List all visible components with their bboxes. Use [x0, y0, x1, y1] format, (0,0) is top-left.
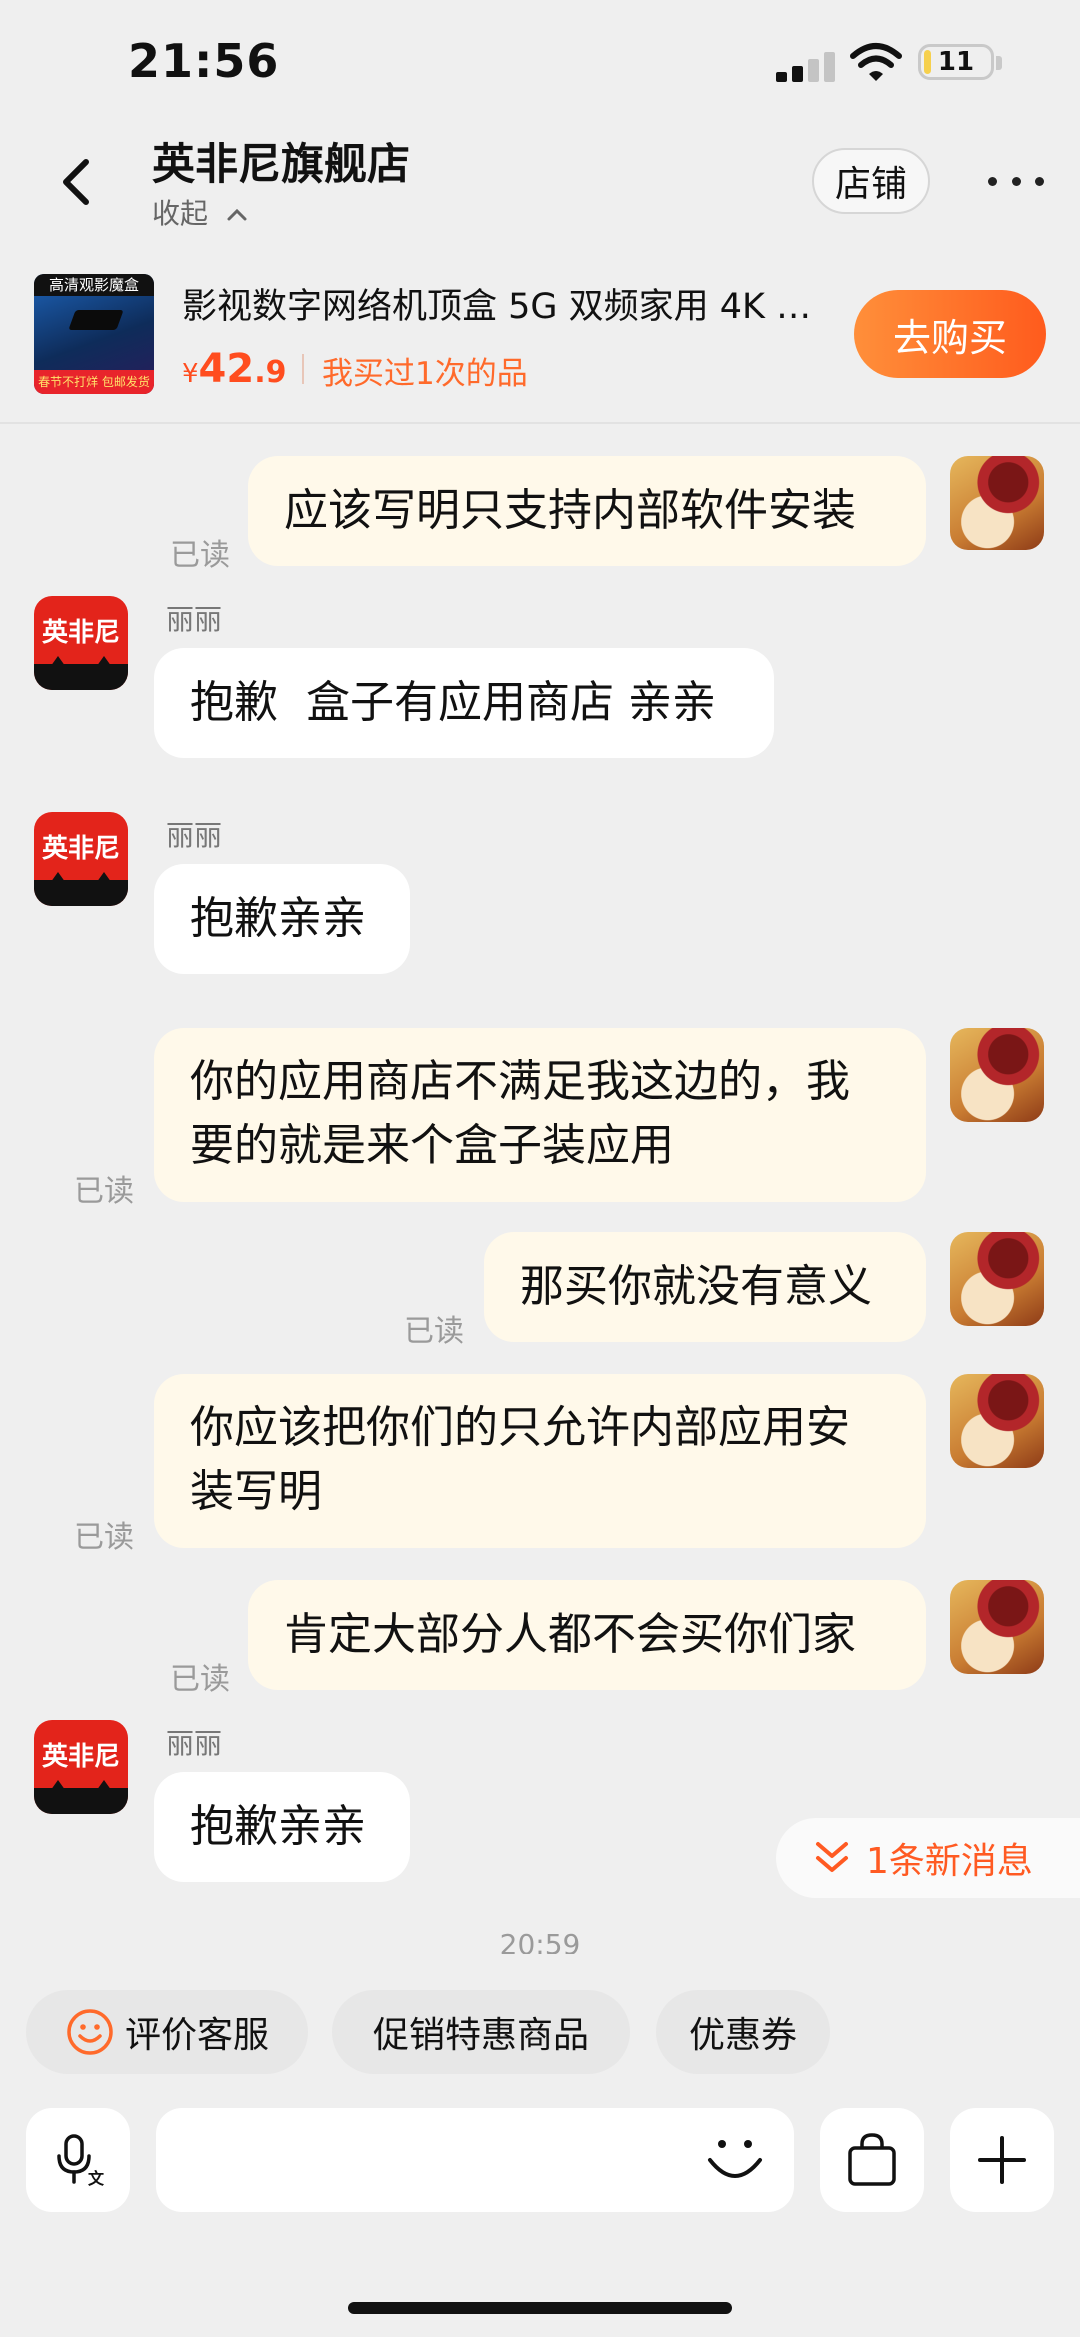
- price-decimal: .9: [254, 355, 287, 390]
- read-receipt: 已读: [170, 538, 230, 573]
- shopping-bag-icon: [848, 2133, 896, 2186]
- product-picker-button[interactable]: [820, 2108, 924, 2212]
- microphone-icon: 文: [57, 2134, 105, 2188]
- sender-name: 丽丽: [166, 1727, 223, 1760]
- message-text: 肯定大部分人都不会买你们家: [284, 1609, 856, 1660]
- collapse-label: 收起: [152, 197, 209, 230]
- chip-label: 优惠券: [688, 2015, 797, 2056]
- message-text: 抱歉亲亲: [190, 1801, 366, 1852]
- thumb-banner-text: 春节不打烊 包邮发货: [34, 370, 154, 394]
- read-receipt: 已读: [170, 1662, 230, 1697]
- read-receipt: 已读: [74, 1174, 134, 1209]
- price-symbol: ¥: [182, 359, 199, 389]
- battery-icon: 11: [918, 44, 994, 80]
- shop-button[interactable]: 店铺: [812, 148, 930, 214]
- store-logo-text: 英非尼: [41, 1742, 120, 1772]
- sender-name: 丽丽: [166, 819, 223, 852]
- sender-name: 丽丽: [166, 603, 223, 636]
- message-bubble-outgoing[interactable]: 肯定大部分人都不会买你们家: [248, 1580, 926, 1690]
- message-bubble-outgoing[interactable]: 那买你就没有意义: [484, 1232, 926, 1342]
- plus-icon: [978, 2136, 1026, 2184]
- promotion-products-chip[interactable]: 促销特惠商品: [332, 1990, 630, 2074]
- collapse-toggle[interactable]: 收起: [152, 192, 249, 232]
- new-message-button[interactable]: 1条新消息: [776, 1818, 1080, 1898]
- smile-icon: [67, 2009, 113, 2055]
- user-avatar[interactable]: [950, 456, 1044, 550]
- read-receipt: 已读: [404, 1314, 464, 1349]
- store-avatar[interactable]: 英非尼: [34, 812, 128, 906]
- user-avatar[interactable]: [950, 1580, 1044, 1674]
- store-avatar[interactable]: 英非尼: [34, 596, 128, 690]
- timestamp: 20:59: [499, 1928, 581, 1954]
- coupon-chip[interactable]: 优惠券: [656, 1990, 830, 2074]
- message-text-line: 要的就是来个盒子装应用: [190, 1120, 674, 1171]
- svg-text:文: 文: [88, 2169, 105, 2188]
- chevron-left-icon: [63, 159, 89, 205]
- buy-button[interactable]: 去购买: [854, 290, 1046, 378]
- message-input[interactable]: [156, 2108, 794, 2212]
- message-text: 那买你就没有意义: [520, 1261, 872, 1312]
- store-avatar[interactable]: 英非尼: [34, 1720, 128, 1814]
- message-bubble-incoming[interactable]: 抱歉 盒子有应用商店 亲亲: [154, 648, 774, 758]
- user-avatar[interactable]: [950, 1232, 1044, 1326]
- message-text-line: 你的应用商店不满足我这边的，我: [190, 1056, 850, 1107]
- product-thumbnail[interactable]: 高清观影魔盒 春节不打烊 包邮发货: [34, 274, 154, 394]
- message-bubble-outgoing[interactable]: 你应该把你们的只允许内部应用安 装写明: [154, 1374, 926, 1548]
- user-avatar[interactable]: [950, 1374, 1044, 1468]
- price-integer: 42: [198, 346, 255, 392]
- chip-label: 评价客服: [124, 2015, 269, 2056]
- product-price: ¥42.9: [182, 346, 287, 392]
- wifi-icon: [850, 40, 902, 84]
- new-message-label: 1条新消息: [866, 1841, 1033, 1882]
- chip-label: 促销特惠商品: [372, 2015, 589, 2056]
- cellular-signal-icon: [776, 52, 836, 82]
- bought-before-note: 我买过1次的品: [322, 356, 528, 392]
- read-receipt: 已读: [74, 1520, 134, 1555]
- emoji-icon[interactable]: [700, 2130, 770, 2190]
- double-chevron-down-icon: [816, 1842, 848, 1872]
- battery-cap: [996, 56, 1002, 70]
- chevron-up-icon: [227, 208, 247, 221]
- message-text-line: 你应该把你们的只允许内部应用安: [190, 1402, 850, 1453]
- message-bubble-incoming[interactable]: 抱歉亲亲: [154, 864, 410, 974]
- product-title[interactable]: 影视数字网络机顶盒 5G 双频家用 4K 高清电视盒子: [182, 278, 842, 329]
- user-avatar[interactable]: [950, 1028, 1044, 1122]
- store-title: 英非尼旗舰店: [152, 140, 410, 190]
- back-button[interactable]: [50, 150, 110, 214]
- message-bubble-outgoing[interactable]: 你的应用商店不满足我这边的，我 要的就是来个盒子装应用: [154, 1028, 926, 1202]
- message-text: 应该写明只支持内部软件安装: [284, 485, 856, 536]
- rate-service-chip[interactable]: 评价客服: [26, 1990, 308, 2074]
- message-text-line: 装写明: [190, 1466, 322, 1517]
- message-text: 抱歉亲亲: [190, 893, 366, 944]
- message-text: 抱歉 盒子有应用商店 亲亲: [190, 677, 716, 728]
- battery-level: 11: [937, 47, 975, 77]
- header-divider: [0, 422, 1080, 424]
- voice-input-button[interactable]: 文: [26, 2108, 130, 2212]
- store-logo-text: 英非尼: [41, 618, 120, 648]
- divider: [302, 354, 304, 384]
- status-time: 21:56: [128, 34, 280, 88]
- message-bubble-incoming[interactable]: 抱歉亲亲: [154, 1772, 410, 1882]
- message-bubble-outgoing[interactable]: 应该写明只支持内部软件安装: [248, 456, 926, 566]
- more-options-icon[interactable]: [988, 166, 1044, 196]
- more-actions-button[interactable]: [950, 2108, 1054, 2212]
- thumb-top-text: 高清观影魔盒: [34, 274, 154, 296]
- home-indicator: [348, 2302, 732, 2314]
- store-logo-text: 英非尼: [41, 834, 120, 864]
